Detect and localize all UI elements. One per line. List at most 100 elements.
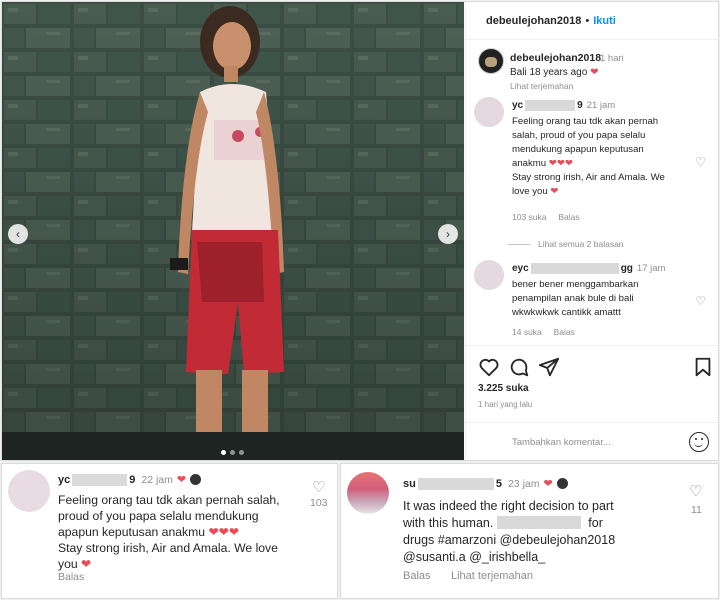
post-caption: debeulejohan2018 1 hari Bali 18 years ag… <box>478 48 716 98</box>
heart-emoji: ❤ <box>176 474 187 486</box>
avatar[interactable] <box>474 97 504 127</box>
next-photo-button[interactable]: › <box>438 224 458 244</box>
redacted-block <box>417 477 494 490</box>
comment-meta: 103 suka Balas <box>512 212 580 222</box>
header-username[interactable]: debeulejohan2018 <box>486 15 581 27</box>
avatar[interactable] <box>478 48 504 74</box>
prev-photo-button[interactable]: ‹ <box>8 224 28 244</box>
redacted-block <box>72 473 128 486</box>
post-time: 1 hari yang lalu <box>478 400 533 409</box>
comment-text: Feeling orang tau tdk akan pernah salah,… <box>512 115 682 199</box>
avatar[interactable] <box>8 470 50 512</box>
avatar[interactable] <box>474 260 504 290</box>
add-comment-bar <box>466 422 720 460</box>
heart-emoji: ❤ <box>543 478 553 490</box>
carousel-dots <box>221 450 244 455</box>
username-suffix: gg <box>620 263 633 274</box>
translate-link[interactable]: Lihat terjemahan <box>510 81 573 91</box>
post-photo[interactable]: ‹ › <box>2 2 464 460</box>
carousel-dot <box>221 450 226 455</box>
redacted-block <box>496 516 581 529</box>
heart-icon[interactable]: ♡ <box>695 294 706 308</box>
screenshot-frame: ‹ › debeulejohan2018 • Ikuti debeulejoha… <box>0 0 720 600</box>
comment-line: penampilan anak bule di bali <box>512 293 634 304</box>
comment-line: anakmu ❤❤❤ <box>512 158 573 169</box>
post-sidebar: debeulejohan2018 • Ikuti debeulejohan201… <box>465 2 720 460</box>
reply-button[interactable]: Balas <box>403 570 431 582</box>
like-count: 11 <box>691 504 702 516</box>
comment-item: eyc gg 17 jam bener bener menggambarkan … <box>474 260 714 340</box>
comment-text: Feeling orang tau tdk akan pernah salah,… <box>58 492 298 572</box>
username-prefix: su <box>403 477 416 490</box>
comment-line: It was indeed the right decision to part <box>403 499 614 513</box>
comment-line: Stay strong irish, Air and Amala. We <box>512 172 665 183</box>
heart-icon[interactable]: ♡ <box>695 155 706 169</box>
author-avatar-mini <box>556 478 568 489</box>
comment-line: mendukung apapun keputusan <box>512 144 644 155</box>
caption-username[interactable]: debeulejohan2018 <box>510 52 601 64</box>
username-suffix: 5 <box>495 477 502 490</box>
caption-body: Bali 18 years ago <box>510 67 588 78</box>
heart-icon[interactable]: ♡ <box>689 482 702 500</box>
like-count[interactable]: 3.225 suka <box>478 383 529 394</box>
comment-line: @susanti.a @_irishbella_ <box>403 550 546 564</box>
comment-time: 21 jam <box>586 100 616 111</box>
comment-line: salah, proud of you papa selalu <box>512 130 646 141</box>
reply-button[interactable]: Balas <box>558 212 579 222</box>
reply-button[interactable]: Balas <box>554 327 575 337</box>
comment-username[interactable]: yc 9 21 jam <box>512 100 615 111</box>
comment-line: bener bener menggambarkan <box>512 279 639 290</box>
comment-line: love you ❤ <box>512 186 559 197</box>
comment-line: Stay strong irish, Air and Amala. We lov… <box>58 541 278 555</box>
comment-line: proud of you papa selalu mendukung <box>58 509 259 523</box>
comment-meta: 14 suka Balas <box>512 327 575 337</box>
photo-image <box>2 2 464 460</box>
chevron-right-icon: › <box>446 227 450 241</box>
comment-time: 22 jam <box>141 473 173 486</box>
post-header: debeulejohan2018 • Ikuti <box>466 2 720 40</box>
comment-item: yc 9 21 jam Feeling orang tau tdk akan p… <box>474 97 714 227</box>
caption-text: Bali 18 years ago ❤ <box>510 67 598 78</box>
username-prefix: yc <box>58 473 71 486</box>
comment-username[interactable]: yc 9 22 jam ❤ <box>58 473 202 486</box>
comment-username[interactable]: eyc gg 17 jam <box>512 263 665 274</box>
username-prefix: yc <box>512 100 524 111</box>
heart-icon[interactable] <box>478 356 500 378</box>
like-count: 103 <box>310 497 328 509</box>
heart-emoji: ❤ <box>590 67 599 78</box>
zoomed-comment-left: yc 9 22 jam ❤ Feeling orang tau tdk akan… <box>1 463 338 599</box>
comment-segment: for <box>588 516 603 530</box>
reply-button[interactable]: Balas <box>58 571 84 583</box>
comment-line: you ❤ <box>58 557 92 571</box>
redacted-block <box>525 100 576 111</box>
share-icon[interactable] <box>538 356 560 378</box>
carousel-dot <box>230 450 235 455</box>
username-suffix: 9 <box>129 473 136 486</box>
caption-time: 1 hari <box>600 53 624 64</box>
bookmark-icon[interactable] <box>692 356 714 378</box>
avatar[interactable] <box>347 472 389 514</box>
comment-line: with this human. for <box>403 515 683 532</box>
comment-text: bener bener menggambarkan penampilan ana… <box>512 278 682 320</box>
heart-icon[interactable]: ♡ <box>312 478 325 496</box>
post-actions: 3.225 suka 1 hari yang lalu <box>466 345 720 425</box>
comment-likes[interactable]: 14 suka <box>512 327 542 337</box>
follow-button[interactable]: Ikuti <box>593 15 616 27</box>
username-prefix: eyc <box>512 263 529 274</box>
emoji-icon[interactable] <box>689 432 709 452</box>
comment-text: It was indeed the right decision to part… <box>403 498 683 566</box>
view-replies-link[interactable]: Lihat semua 2 balasan <box>508 239 624 249</box>
comment-line: Feeling orang tau tdk akan pernah <box>512 116 659 127</box>
comment-line: apapun keputusan anakmu ❤❤❤ <box>58 525 240 539</box>
comment-time: 23 jam <box>507 477 540 490</box>
comment-line: wkwkwkwk cantikk amattt <box>512 307 621 318</box>
author-avatar-mini <box>190 474 202 485</box>
comment-username[interactable]: su 5 23 jam ❤ <box>403 477 568 490</box>
comment-icon[interactable] <box>508 356 530 378</box>
comment-likes[interactable]: 103 suka <box>512 212 547 222</box>
translate-link[interactable]: Lihat terjemahan <box>451 570 533 582</box>
redacted-block <box>530 263 619 274</box>
header-separator: • <box>585 14 590 27</box>
username-suffix: 9 <box>577 100 583 111</box>
comment-input[interactable] <box>512 432 682 452</box>
